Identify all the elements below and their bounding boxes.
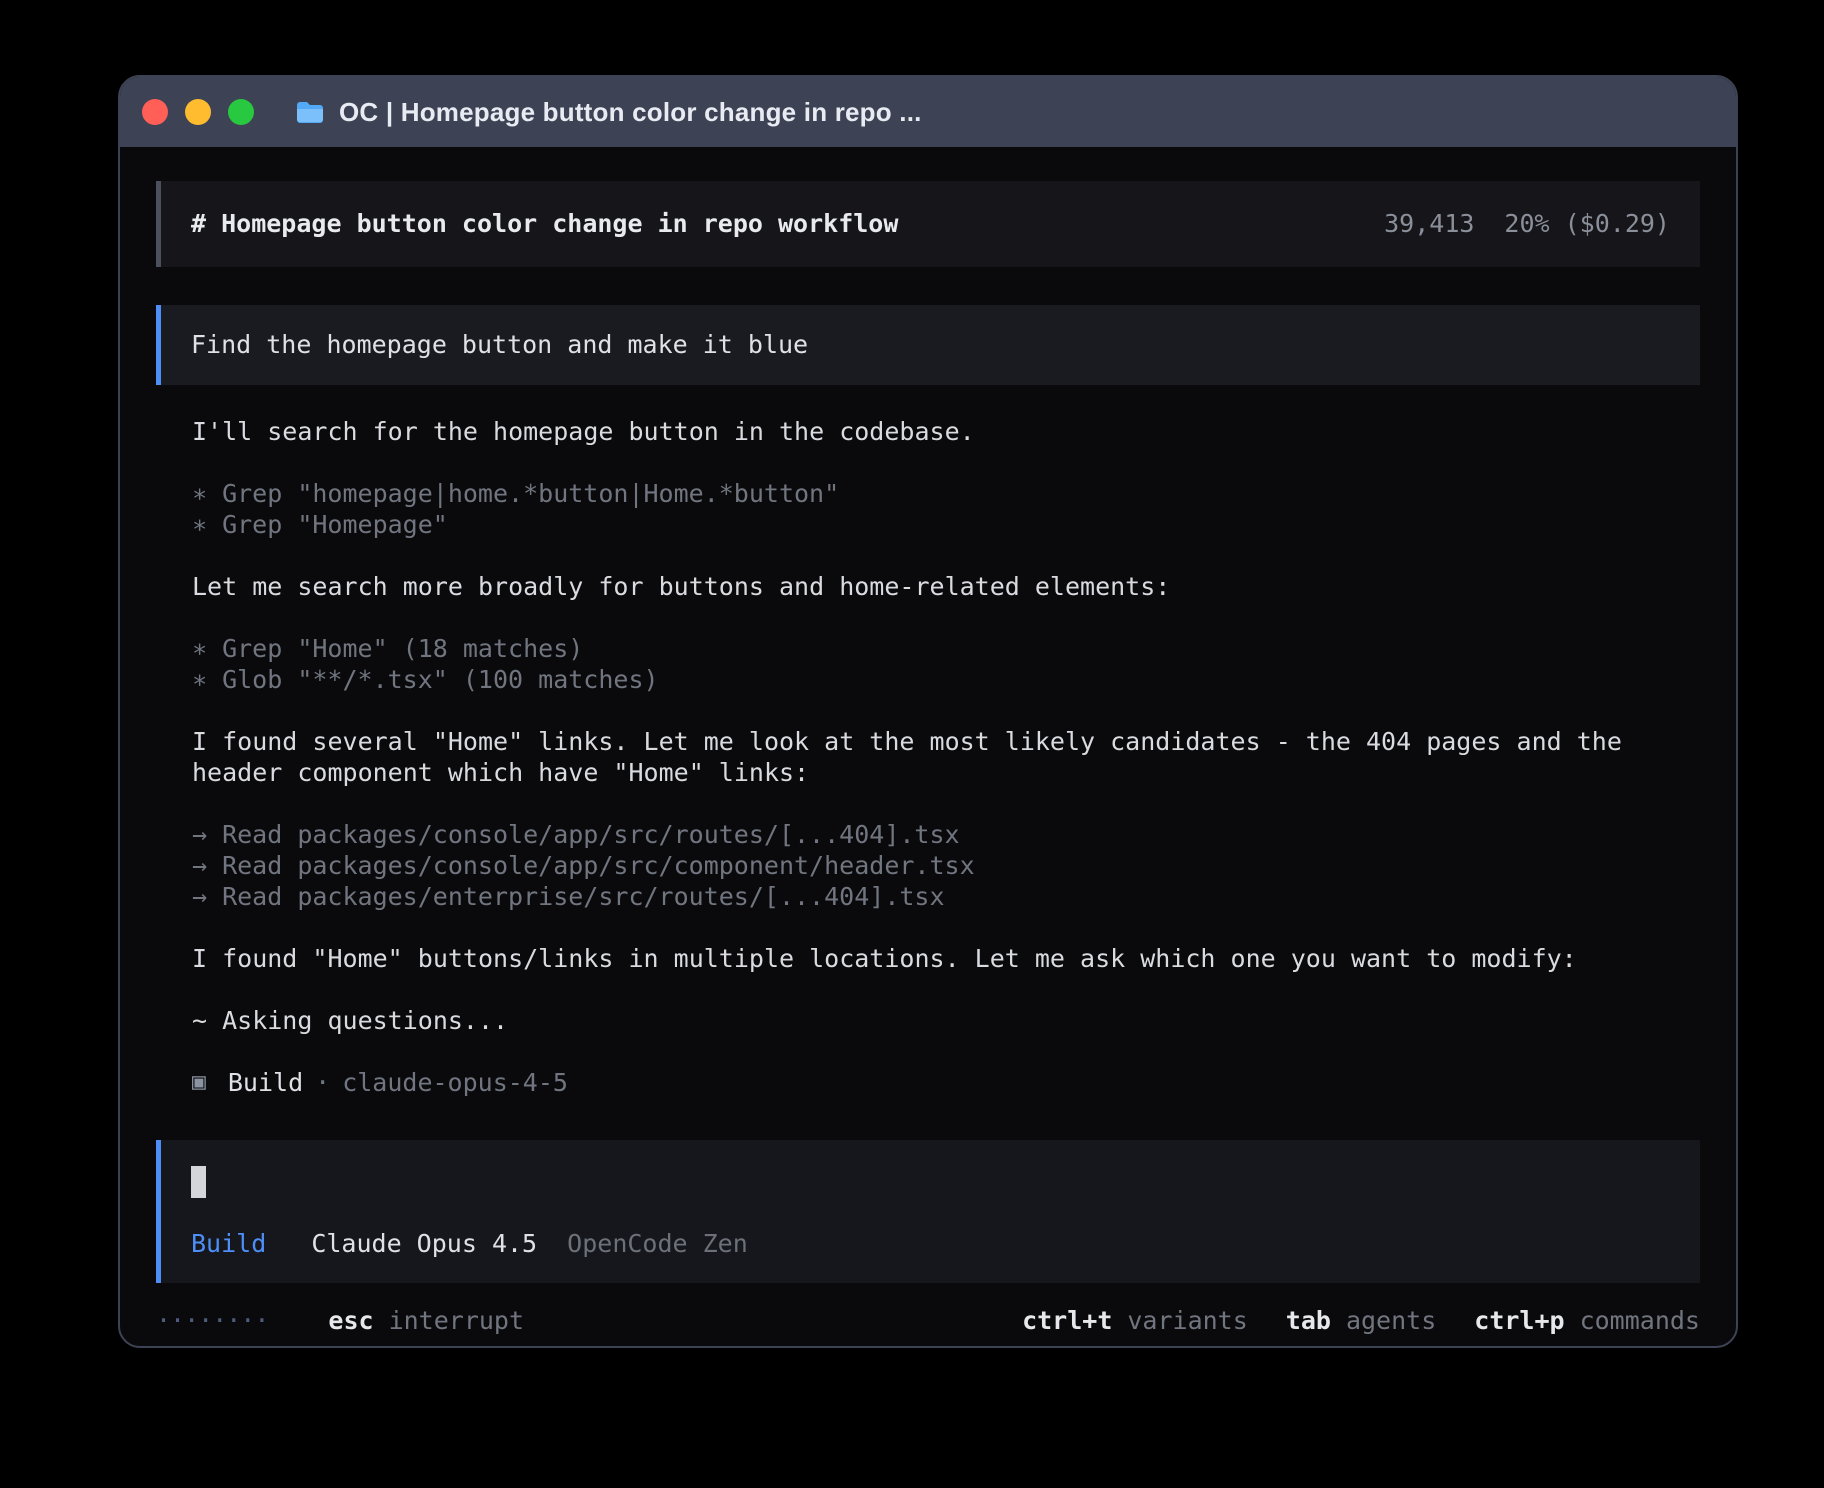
tool-call-glob: ∗Glob "**/*.tsx" (100 matches) bbox=[192, 664, 1700, 695]
assistant-paragraph: I found several "Home" links. Let me loo… bbox=[192, 726, 1700, 788]
prompt-input[interactable]: Build Claude Opus 4.5 OpenCode Zen bbox=[156, 1140, 1700, 1283]
minimize-button[interactable] bbox=[185, 99, 211, 125]
mode-indicator[interactable]: Build bbox=[191, 1229, 266, 1258]
session-meta: 39,413 20% ($0.29) bbox=[1384, 206, 1670, 242]
hint-interrupt: escinterrupt bbox=[328, 1305, 524, 1336]
tool-bullet-icon: ∗ bbox=[192, 479, 207, 508]
status-bar: ········ escinterrupt ctrl+tvariants tab… bbox=[156, 1305, 1700, 1336]
status-bar-left: ········ escinterrupt bbox=[156, 1305, 524, 1336]
spinner-dots-icon: ········ bbox=[156, 1305, 268, 1336]
text-cursor bbox=[191, 1166, 206, 1198]
input-meta-row: Build Claude Opus 4.5 OpenCode Zen bbox=[191, 1228, 1670, 1259]
tool-call-grep: ∗Grep "Home" (18 matches) bbox=[192, 633, 1700, 664]
assistant-paragraph: Let me search more broadly for buttons a… bbox=[192, 571, 1700, 602]
agent-badge-icon: ▣ bbox=[192, 1067, 206, 1098]
tool-bullet-icon: ∗ bbox=[192, 665, 207, 694]
window-title: OC | Homepage button color change in rep… bbox=[296, 97, 922, 128]
folder-icon bbox=[296, 101, 324, 124]
hint-agents: tabagents bbox=[1286, 1305, 1436, 1336]
session-header: # Homepage button color change in repo w… bbox=[156, 181, 1700, 267]
user-message: Find the homepage button and make it blu… bbox=[156, 305, 1700, 385]
agent-model: claude-opus-4-5 bbox=[342, 1067, 568, 1098]
session-title: # Homepage button color change in repo w… bbox=[191, 206, 898, 242]
window-titlebar: OC | Homepage button color change in rep… bbox=[120, 77, 1736, 147]
window-controls bbox=[142, 99, 254, 125]
status-bar-right: ctrl+tvariants tabagents ctrl+pcommands bbox=[1022, 1305, 1700, 1336]
agent-name: Build bbox=[228, 1067, 303, 1098]
terminal-window: OC | Homepage button color change in rep… bbox=[118, 75, 1738, 1348]
tool-bullet-icon: ∗ bbox=[192, 510, 207, 539]
agent-attribution: ▣ Build · claude-opus-4-5 bbox=[192, 1067, 1700, 1098]
tool-call-read: →Read packages/enterprise/src/routes/[..… bbox=[192, 881, 1700, 912]
window-title-text: OC | Homepage button color change in rep… bbox=[339, 97, 922, 128]
tool-call-grep: ∗Grep "homepage|home.*button|Home.*butto… bbox=[192, 478, 1700, 509]
tool-call-group: ∗Grep "Home" (18 matches) ∗Glob "**/*.ts… bbox=[192, 633, 1700, 695]
working-status-line: ~ Asking questions... bbox=[192, 1005, 1700, 1036]
assistant-paragraph: I found "Home" buttons/links in multiple… bbox=[192, 943, 1700, 974]
tool-call-read: →Read packages/console/app/src/routes/[.… bbox=[192, 819, 1700, 850]
tool-call-group: ∗Grep "homepage|home.*button|Home.*butto… bbox=[192, 478, 1700, 540]
hint-variants: ctrl+tvariants bbox=[1022, 1305, 1248, 1336]
separator-dot: · bbox=[315, 1067, 330, 1098]
tool-call-group: →Read packages/console/app/src/routes/[.… bbox=[192, 819, 1700, 912]
model-indicator[interactable]: Claude Opus 4.5 bbox=[311, 1229, 537, 1258]
tool-call-read: →Read packages/console/app/src/component… bbox=[192, 850, 1700, 881]
tool-call-grep: ∗Grep "Homepage" bbox=[192, 509, 1700, 540]
token-count: 39,413 bbox=[1384, 206, 1474, 242]
close-button[interactable] bbox=[142, 99, 168, 125]
terminal-content: # Homepage button color change in repo w… bbox=[120, 181, 1736, 1336]
arrow-right-icon: → bbox=[192, 820, 207, 849]
provider-indicator: OpenCode Zen bbox=[567, 1229, 748, 1258]
assistant-transcript: I'll search for the homepage button in t… bbox=[192, 416, 1700, 1098]
hint-commands: ctrl+pcommands bbox=[1474, 1305, 1700, 1336]
context-usage: 20% ($0.29) bbox=[1504, 206, 1670, 242]
arrow-right-icon: → bbox=[192, 882, 207, 911]
user-message-text: Find the homepage button and make it blu… bbox=[191, 330, 808, 359]
arrow-right-icon: → bbox=[192, 851, 207, 880]
tool-bullet-icon: ∗ bbox=[192, 634, 207, 663]
assistant-paragraph: I'll search for the homepage button in t… bbox=[192, 416, 1700, 447]
zoom-button[interactable] bbox=[228, 99, 254, 125]
